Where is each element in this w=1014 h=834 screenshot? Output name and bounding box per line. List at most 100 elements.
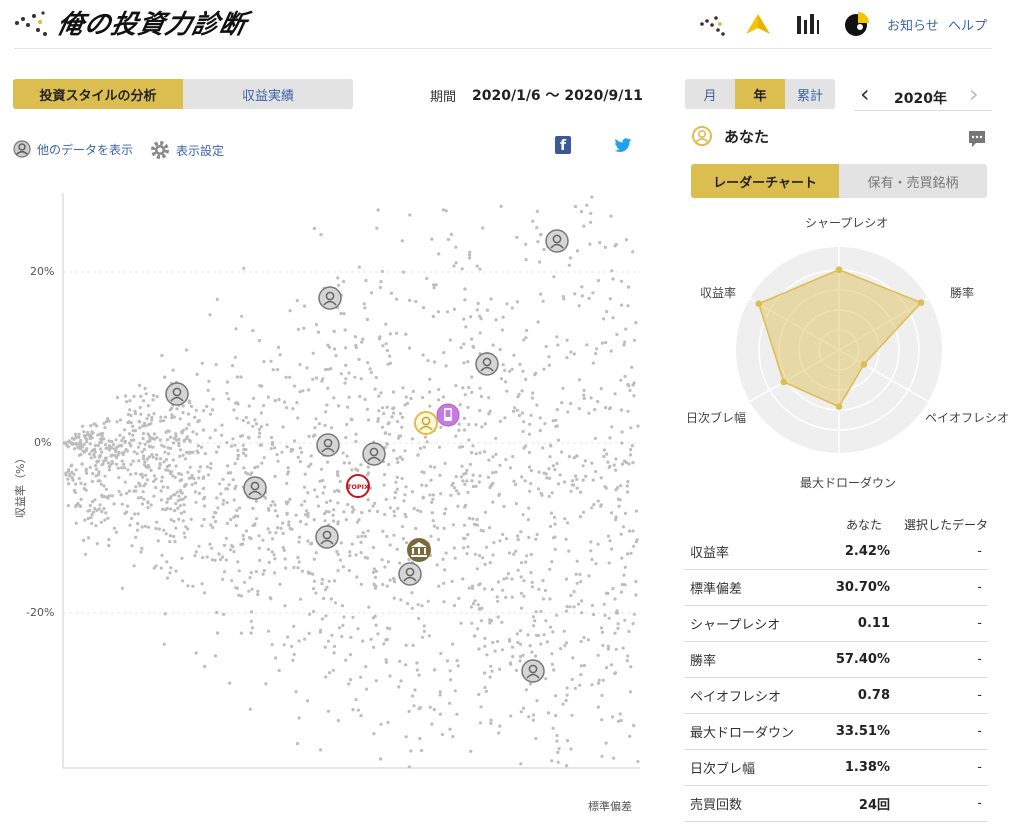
stat-you-value: 0.78 bbox=[819, 677, 896, 714]
radar-point bbox=[780, 378, 787, 386]
stat-label: 勝率 bbox=[684, 641, 819, 678]
tab-radar-chart[interactable]: レーダーチャート bbox=[691, 164, 839, 198]
peer-avatar-icon[interactable] bbox=[475, 352, 499, 376]
y-tick-0: 0% bbox=[34, 436, 52, 449]
bank-marker-icon[interactable] bbox=[407, 538, 431, 562]
help-link[interactable]: ヘルプ bbox=[948, 15, 987, 34]
facebook-share-icon[interactable]: f bbox=[555, 136, 571, 154]
phone-marker-icon[interactable] bbox=[436, 403, 460, 427]
x-axis-label: 標準偏差 bbox=[588, 800, 632, 813]
stat-you-value: 1.38% bbox=[819, 749, 896, 786]
avatar-markers: TOPIX bbox=[165, 229, 569, 683]
header-divider bbox=[14, 48, 992, 49]
next-year-button[interactable]: › bbox=[969, 80, 979, 108]
table-row: 収益率 2.42% - bbox=[684, 534, 988, 570]
bar-chart-icon[interactable] bbox=[794, 10, 822, 38]
topix-label: TOPIX bbox=[347, 483, 369, 491]
sub-tabs: レーダーチャート 保有・売買銘柄 bbox=[691, 164, 987, 198]
stat-you-value: 2.42% bbox=[819, 534, 896, 570]
radar-label-return: 収益率 bbox=[700, 286, 737, 300]
table-row: 勝率 57.40% - bbox=[684, 641, 988, 678]
stats-header-row: あなた 選択したデータ bbox=[684, 514, 988, 534]
tab-results[interactable]: 収益実績 bbox=[183, 79, 353, 109]
stat-you-value: 24回 bbox=[819, 785, 896, 822]
stat-label: 最大ドローダウン bbox=[684, 713, 819, 750]
comment-icon[interactable] bbox=[967, 129, 987, 149]
stat-you-value: 57.40% bbox=[819, 641, 896, 678]
dots-logo-icon[interactable] bbox=[698, 10, 726, 38]
stat-label: シャープレシオ bbox=[684, 605, 819, 642]
peer-avatar-icon[interactable] bbox=[545, 229, 569, 253]
display-settings-button[interactable]: 表示設定 bbox=[150, 140, 224, 160]
y-axis-label: 収益率（%） bbox=[14, 452, 27, 518]
stats-header-selected: 選択したデータ bbox=[903, 517, 988, 532]
radar-label-winrate: 勝率 bbox=[950, 286, 975, 300]
radar-label-drawdown: 最大ドローダウン bbox=[800, 476, 897, 490]
stats-header-blank bbox=[684, 514, 819, 534]
stat-selected-value: - bbox=[896, 713, 988, 750]
period-label: 期間 bbox=[430, 90, 457, 105]
stat-you-value: 33.51% bbox=[819, 713, 896, 750]
peer-avatar-icon[interactable] bbox=[521, 659, 545, 683]
stat-selected-value: - bbox=[896, 534, 988, 570]
stat-selected-value: - bbox=[896, 569, 988, 606]
logo-title[interactable]: 俺の投資力診断 bbox=[54, 4, 251, 41]
peer-avatar-icon[interactable] bbox=[316, 433, 340, 457]
radar-label-daily-swing: 日次ブレ幅 bbox=[686, 411, 747, 425]
display-settings-label: 表示設定 bbox=[176, 143, 225, 158]
radar-label-sharpe: シャープレシオ bbox=[805, 216, 889, 230]
stat-you-value: 30.70% bbox=[819, 569, 896, 606]
yellow-triangle-icon[interactable] bbox=[744, 10, 772, 38]
other-data-button[interactable]: 他のデータを表示 bbox=[13, 140, 133, 158]
prev-year-button[interactable]: ‹ bbox=[860, 80, 870, 108]
table-row: 売買回数 24回 - bbox=[684, 785, 988, 822]
stat-selected-value: - bbox=[896, 641, 988, 678]
stat-you-value: 0.11 bbox=[819, 605, 896, 642]
table-row: ペイオフレシオ 0.78- bbox=[684, 677, 988, 714]
peer-avatar-icon[interactable] bbox=[165, 382, 189, 406]
peer-avatar-icon[interactable] bbox=[243, 476, 267, 500]
table-row: 最大ドローダウン 33.51% - bbox=[684, 713, 988, 750]
stat-label: 売買回数 bbox=[684, 785, 819, 822]
stat-selected-value: - bbox=[896, 677, 988, 714]
stat-selected-value: - bbox=[896, 749, 988, 786]
tab-holdings[interactable]: 保有・売買銘柄 bbox=[839, 164, 987, 198]
table-row: 標準偏差 30.70% - bbox=[684, 569, 988, 606]
radar-point bbox=[835, 266, 843, 273]
main-tabs: 投資スタイルの分析 収益実績 bbox=[13, 79, 353, 109]
year-navigator: ‹ 2020年 › bbox=[854, 80, 992, 111]
you-avatar-icon bbox=[692, 126, 712, 146]
stat-label: 日次ブレ幅 bbox=[684, 749, 819, 786]
you-avatar-marker[interactable] bbox=[414, 411, 438, 435]
tab-style-analysis[interactable]: 投資スタイルの分析 bbox=[13, 79, 183, 109]
stat-selected-value: - bbox=[896, 605, 988, 642]
pie-chart-icon[interactable] bbox=[843, 10, 871, 38]
topix-marker[interactable]: TOPIX bbox=[346, 474, 370, 498]
tab-month[interactable]: 月 bbox=[685, 79, 735, 109]
stats-table: あなた 選択したデータ 収益率 2.42% - 標準偏差 30.70% - シャープレシオ 0… bbox=[684, 514, 988, 822]
period-value: 2020/1/6 〜 2020/9/11 bbox=[472, 88, 643, 104]
stat-label: 収益率 bbox=[684, 534, 819, 570]
tab-year[interactable]: 年 bbox=[735, 79, 785, 109]
logo-dots-icon bbox=[15, 11, 47, 36]
peer-avatar-icon[interactable] bbox=[318, 286, 342, 310]
year-value: 2020年 bbox=[894, 91, 947, 107]
radar-label-payoff: ペイオフレシオ bbox=[925, 411, 1010, 425]
table-row: 日次ブレ幅 1.38% - bbox=[684, 749, 988, 786]
radar-chart bbox=[736, 247, 942, 453]
panel-title: あなた bbox=[724, 128, 770, 146]
radar-point bbox=[835, 403, 843, 410]
peer-avatar-icon[interactable] bbox=[362, 442, 386, 466]
tab-total[interactable]: 累計 bbox=[785, 79, 835, 109]
twitter-share-icon[interactable] bbox=[614, 138, 632, 153]
stat-label: 標準偏差 bbox=[684, 569, 819, 606]
other-data-label: 他のデータを表示 bbox=[37, 142, 134, 157]
news-link[interactable]: お知らせ bbox=[887, 15, 939, 34]
peer-avatar-icon[interactable] bbox=[315, 525, 339, 549]
stat-selected-value: - bbox=[896, 785, 988, 822]
scatter-chart: TOPIX bbox=[62, 193, 640, 769]
peer-avatar-icon[interactable] bbox=[398, 562, 422, 586]
range-tabs: 月 年 累計 bbox=[685, 79, 835, 109]
radar-point bbox=[755, 300, 763, 307]
user-circle-icon bbox=[13, 140, 31, 158]
